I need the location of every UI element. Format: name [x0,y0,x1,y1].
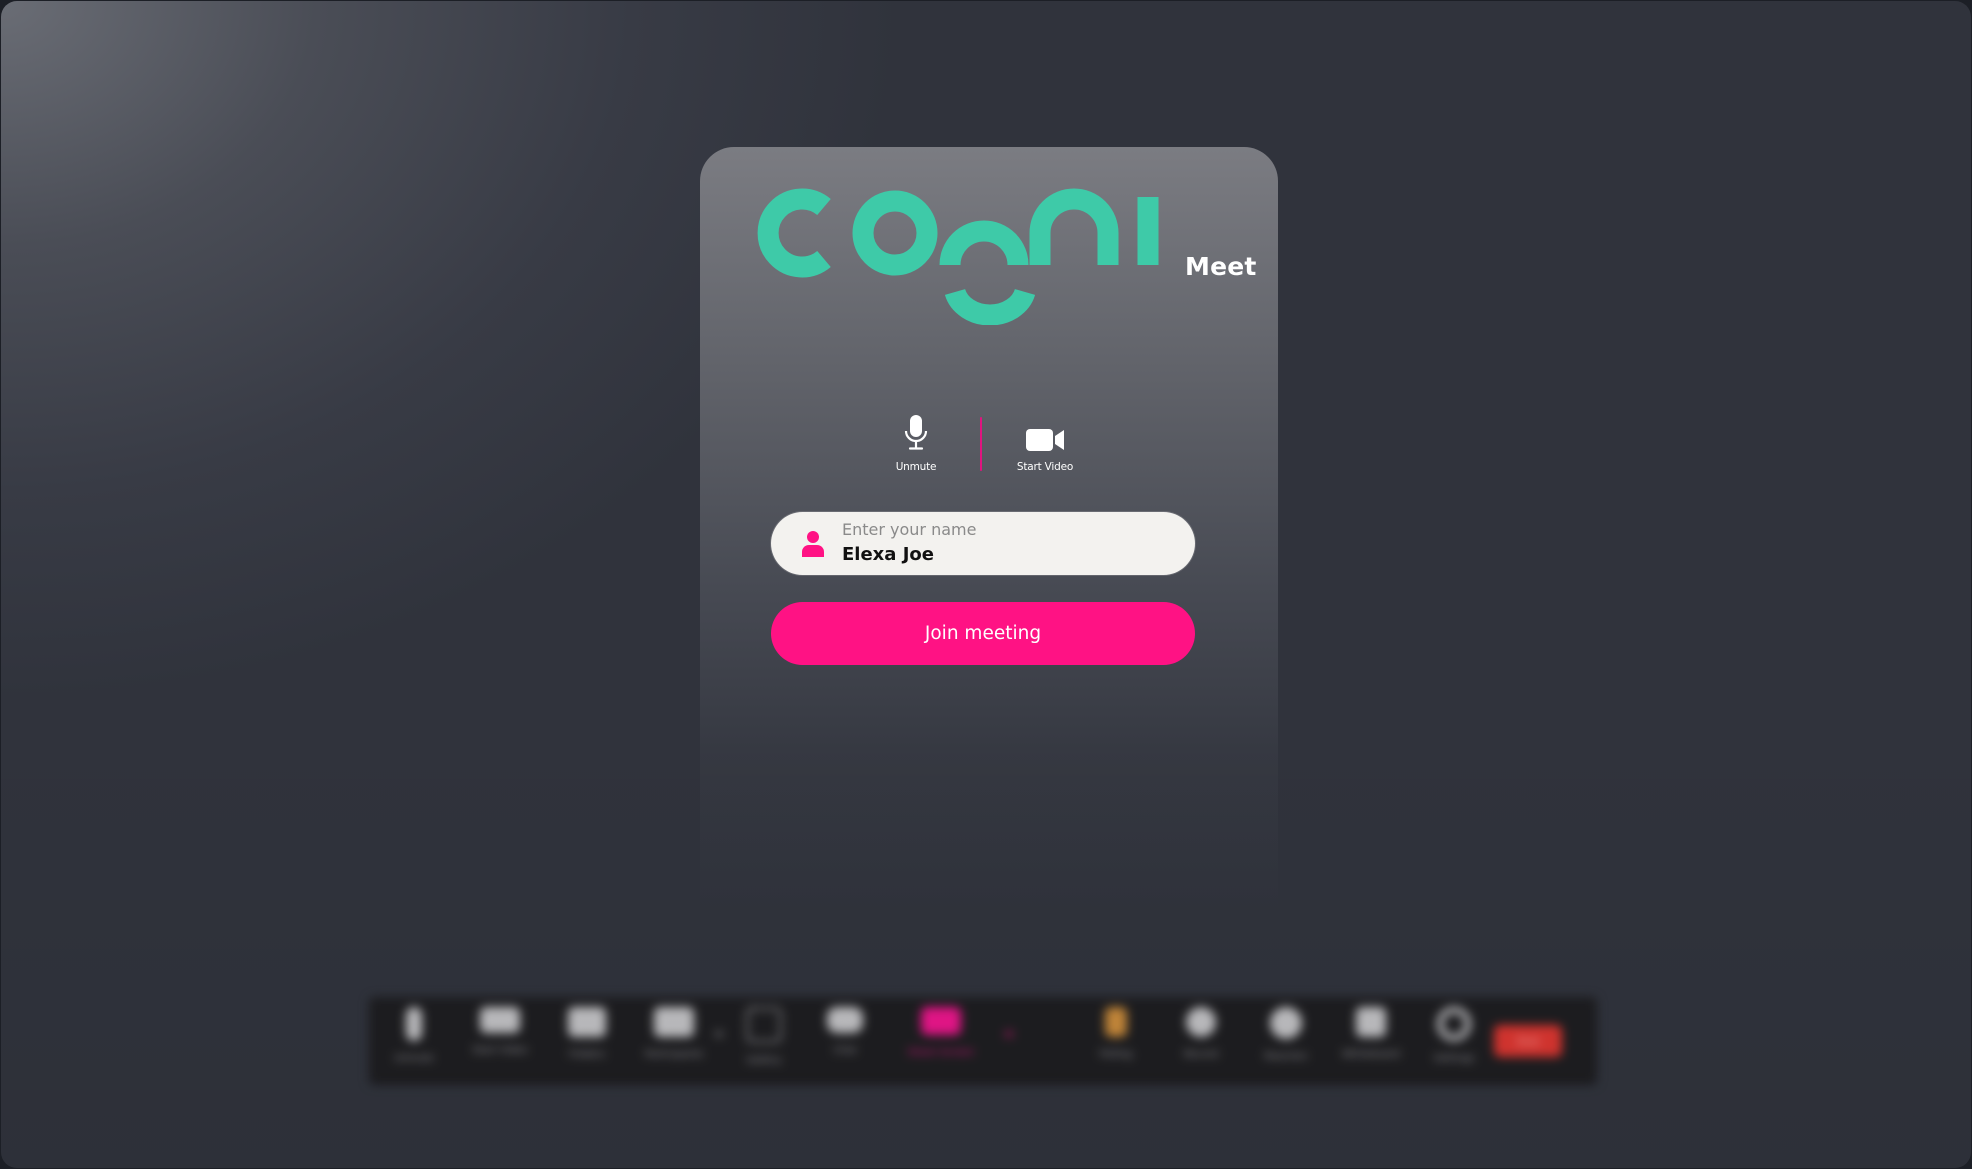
toolbar-label: Unmute [394,1053,434,1064]
user-icon [802,531,824,557]
toolbar-folders[interactable]: Folders [552,1007,622,1077]
av-divider [980,417,982,471]
toolbar-participants[interactable]: Participants [639,1007,709,1077]
start-video-button[interactable]: Start Video [990,409,1100,479]
cogni-logo [750,185,1170,325]
unmute-button[interactable]: Unmute [861,409,971,479]
name-field[interactable]: Enter your name [771,512,1195,575]
toolbar-label: Gallery [746,1055,782,1066]
brand-suffix: Meet [1185,252,1257,281]
toolbar-label: Record [1183,1049,1219,1060]
join-meeting-button[interactable]: Join meeting [771,602,1195,665]
toolbar-label: Polling [1099,1049,1133,1060]
toolbar-label: Whiteboard [1342,1049,1400,1060]
toolbar-label: Participants [644,1049,704,1060]
toolbar-chat[interactable]: Chat [810,1007,880,1077]
name-field-label: Enter your name [842,520,977,539]
polling-icon [1105,1007,1127,1037]
share-caret[interactable] [1005,1031,1013,1037]
microphone-icon [406,1007,422,1041]
start-video-label: Start Video [1016,461,1074,473]
record-icon [1186,1007,1216,1037]
toolbar-label: Chat [833,1045,857,1056]
toolbar-label: Start Video [472,1045,528,1056]
gear-icon [1437,1007,1471,1041]
folder-icon [568,1007,606,1037]
microphone-icon [904,415,928,450]
toolbar-start-video[interactable]: Start Video [465,1007,535,1077]
meeting-toolbar: Unmute Start Video Folders Participants … [369,997,1597,1085]
toolbar-polling[interactable]: Polling [1081,1007,1151,1077]
toolbar-label: Settings [1433,1053,1475,1064]
meeting-window: Meet Unmute Start Video Enter your name … [1,1,1971,1168]
video-camera-icon [1026,429,1064,451]
toolbar-share-screen[interactable]: Share Screen [906,1007,976,1077]
unmute-label: Unmute [895,461,937,473]
chat-icon [827,1007,863,1033]
share-screen-icon [921,1007,961,1035]
toolbar-label: Reaction [1264,1051,1308,1062]
grid-icon [746,1007,782,1043]
end-meeting-button[interactable]: End [1494,1025,1562,1057]
toolbar-label: Share Screen [907,1047,975,1058]
video-camera-icon [480,1007,520,1033]
toolbar-label: Folders [568,1049,606,1060]
name-input[interactable] [842,542,1162,566]
whiteboard-icon [1356,1007,1386,1037]
toolbar-reaction[interactable]: Reaction [1251,1007,1321,1077]
toolbar-record[interactable]: Record [1166,1007,1236,1077]
reaction-icon [1270,1007,1302,1039]
join-card: Meet Unmute Start Video Enter your name … [700,147,1278,907]
av-controls: Unmute Start Video [700,409,1278,489]
participants-caret[interactable] [715,1031,723,1037]
toolbar-unmute[interactable]: Unmute [379,1007,449,1077]
toolbar-whiteboard[interactable]: Whiteboard [1336,1007,1406,1077]
toolbar-settings[interactable]: Settings [1419,1007,1489,1077]
participants-icon [654,1007,694,1037]
toolbar-gallery[interactable]: Gallery [729,1007,799,1077]
